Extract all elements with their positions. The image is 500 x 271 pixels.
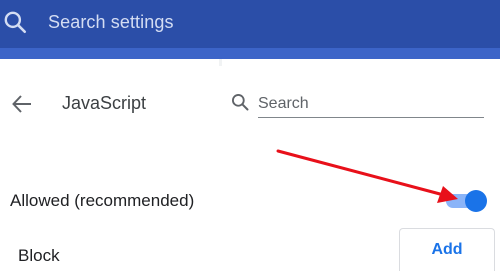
page-title: JavaScript [62,93,147,113]
add-block-site-button[interactable]: Add [399,228,495,271]
settings-toolbar: Search settings [0,0,500,48]
back-arrow-icon[interactable] [10,92,34,116]
search-settings-input[interactable]: Search settings [48,12,174,33]
search-icon[interactable] [2,9,28,35]
toolbar-shadow-strip [0,48,500,59]
javascript-allowed-toggle[interactable] [444,190,490,212]
card-divider [219,59,222,66]
site-search-input[interactable] [258,91,484,118]
block-section-heading: Block [18,246,60,265]
search-icon [232,94,249,111]
toggle-knob [465,190,487,212]
allowed-recommended-label: Allowed (recommended) [10,191,195,210]
